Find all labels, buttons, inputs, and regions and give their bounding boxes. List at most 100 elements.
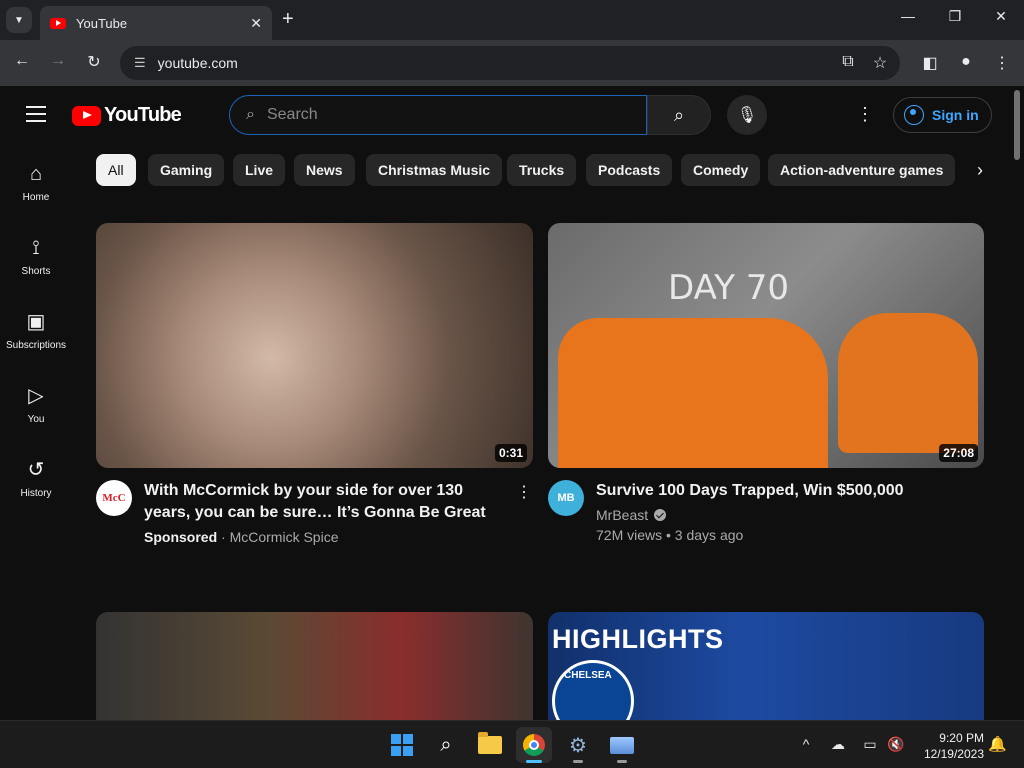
views-and-age: 72M views • 3 days ago [596, 527, 744, 543]
sign-in-button[interactable]: Sign in [893, 97, 992, 133]
taskbar-search-button[interactable]: ⌕ [428, 727, 464, 763]
volume-icon[interactable]: 🔇 [886, 736, 906, 753]
chip-live[interactable]: Live [233, 154, 286, 186]
sidebar-item-label: You [27, 414, 45, 425]
channel-avatar[interactable]: MB [548, 480, 584, 516]
youtube-play-icon [72, 105, 101, 126]
forward-arrow-icon[interactable]: → [47, 52, 69, 70]
browser-menu-icon[interactable]: ⋮ [992, 53, 1012, 73]
side-panel-icon[interactable]: ◧ [920, 53, 940, 73]
settings-taskbar-button[interactable]: ⚙ [560, 727, 596, 763]
account-circle-icon [904, 105, 924, 125]
sidebar-item-history[interactable]: ↺ History [0, 440, 72, 514]
browser-toolbar: ← → ↻ ☰ youtube.com ⧉ ☆ ◧ ● ⋮ [0, 40, 1024, 86]
browser-tab-youtube[interactable]: YouTube ✕ [40, 6, 272, 40]
guide-menu-icon[interactable] [26, 106, 46, 122]
chrome-icon [523, 734, 545, 756]
sidebar-item-label: Shorts [21, 266, 51, 277]
sponsored-label: Sponsored [144, 529, 218, 545]
subscriptions-icon: ▣ [26, 311, 46, 333]
duration-badge: 0:31 [494, 444, 527, 462]
close-window-icon[interactable]: ✕ [991, 8, 1011, 25]
tab-title: YouTube [76, 15, 128, 31]
sidebar-item-subscriptions[interactable]: ▣ Subscriptions [0, 292, 72, 366]
new-tab-button[interactable]: + [282, 8, 294, 31]
search-button[interactable]: ⌕ [647, 95, 711, 135]
sidebar-item-home[interactable]: ⌂ Home [0, 144, 72, 218]
browser-tab-strip: ▼ YouTube ✕ + — ❐ ✕ [0, 0, 1024, 40]
crest-text: CHELSEA [564, 670, 612, 681]
thumbnail-figure [838, 313, 978, 453]
tab-search-dropdown-button[interactable]: ▼ [6, 7, 32, 33]
file-explorer-button[interactable] [472, 727, 508, 763]
bookmark-star-icon[interactable]: ☆ [870, 53, 890, 73]
chip-trucks[interactable]: Trucks [507, 154, 577, 186]
search-input[interactable] [266, 106, 607, 124]
thumbnail-figure [558, 318, 828, 468]
chip-action-adventure-games[interactable]: Action-adventure games [768, 154, 956, 186]
photos-icon [610, 736, 634, 754]
thumbnail-text: DAY 70 [668, 268, 790, 308]
channel-avatar[interactable]: McC [96, 480, 132, 516]
channel-name[interactable]: MrBeast [596, 507, 648, 523]
windows-taskbar: ⌕ ⚙ ^ ☁ ▭ 🔇 9:20 PM 12/19/2023 🔔 [0, 720, 1024, 768]
chip-comedy[interactable]: Comedy [681, 154, 761, 186]
verified-check-icon [654, 509, 667, 521]
video-thumbnail[interactable] [96, 612, 533, 732]
voice-search-button[interactable]: 🎙 [727, 95, 767, 135]
chevron-down-icon: ▼ [14, 14, 24, 26]
chip-christmas-music[interactable]: Christmas Music [366, 154, 503, 186]
active-indicator [526, 760, 542, 763]
onedrive-icon[interactable]: ☁ [828, 736, 848, 753]
sidebar-item-label: Home [22, 192, 50, 203]
video-menu-icon[interactable]: ⋮ [516, 482, 532, 502]
site-info-icon[interactable]: ☰ [134, 55, 146, 71]
search-icon: ⌕ [246, 106, 255, 123]
chip-news[interactable]: News [294, 154, 355, 186]
tab-close-icon[interactable]: ✕ [250, 15, 262, 32]
gear-icon: ⚙ [569, 734, 587, 757]
settings-kebab-icon[interactable]: ⋮ [856, 104, 874, 125]
video-thumbnail[interactable]: DAY 70 27:08 [548, 223, 984, 468]
running-indicator [573, 760, 583, 763]
start-button[interactable] [384, 727, 420, 763]
install-app-icon[interactable]: ⧉ [838, 53, 858, 71]
home-icon: ⌂ [29, 163, 43, 185]
chevron-right-icon[interactable]: › [968, 160, 992, 181]
scrollbar-thumb[interactable] [1014, 90, 1020, 160]
search-icon: ⌕ [673, 104, 685, 125]
back-arrow-icon[interactable]: ← [11, 52, 33, 70]
youtube-header: YouTube ⌕ ⌕ 🎙 ⋮ Sign in [0, 86, 1010, 144]
video-thumbnail[interactable]: HIGHLIGHTS CHELSEA [548, 612, 984, 732]
system-clock[interactable]: 9:20 PM 12/19/2023 [912, 730, 984, 762]
minimize-window-icon[interactable]: — [898, 8, 918, 24]
chip-gaming[interactable]: Gaming [148, 154, 225, 186]
address-bar[interactable]: ☰ youtube.com [120, 46, 900, 80]
chrome-taskbar-button[interactable] [516, 727, 552, 763]
chevron-up-icon[interactable]: ^ [796, 736, 816, 752]
history-icon: ↺ [27, 459, 45, 481]
reload-icon[interactable]: ↻ [83, 52, 105, 72]
sidebar-item-you[interactable]: ▷ You [0, 366, 72, 440]
clock-time: 9:20 PM [939, 731, 984, 745]
page-scrollbar[interactable] [1010, 86, 1024, 720]
sidebar-item-shorts[interactable]: ⟟ Shorts [0, 218, 72, 292]
youtube-logo[interactable]: YouTube [72, 104, 182, 127]
avatar-text: MB [557, 492, 575, 504]
folder-icon [478, 732, 502, 754]
running-indicator [617, 760, 627, 763]
video-thumbnail[interactable]: 0:31 [96, 223, 533, 468]
clock-date: 12/19/2023 [923, 747, 984, 761]
thumbnail-text: HIGHLIGHTS [552, 624, 724, 654]
network-icon[interactable]: ▭ [860, 736, 880, 753]
restore-window-icon[interactable]: ❐ [945, 8, 965, 25]
profile-icon[interactable]: ● [956, 53, 976, 71]
channel-name[interactable]: McCormick Spice [230, 529, 339, 545]
photos-taskbar-button[interactable] [604, 727, 640, 763]
video-title[interactable]: With McCormick by your side for over 130… [144, 480, 504, 524]
channel-row: MrBeast [596, 507, 667, 523]
video-title[interactable]: Survive 100 Days Trapped, Win $500,000 [596, 480, 956, 502]
chip-all[interactable]: All [96, 154, 136, 186]
chip-podcasts[interactable]: Podcasts [586, 154, 673, 186]
notification-bell-icon[interactable]: 🔔 [988, 735, 1007, 753]
